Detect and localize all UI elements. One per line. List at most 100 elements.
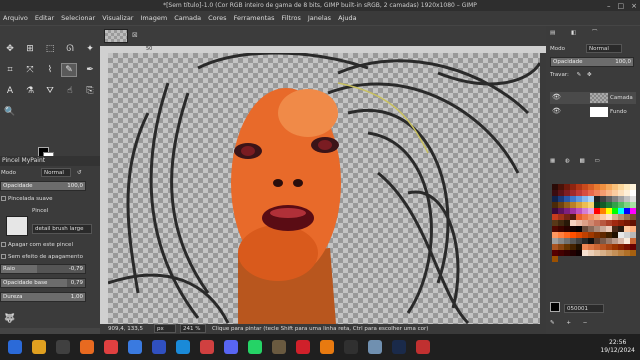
hex-color-field[interactable]: 050001 <box>564 304 604 313</box>
image-tab-close-icon[interactable]: ⊠ <box>132 31 142 41</box>
taskbar-settings-icon[interactable] <box>368 340 382 354</box>
taskbar-steam-icon[interactable] <box>392 340 406 354</box>
menu-ferramentas[interactable]: Ferramentas <box>234 14 275 22</box>
layer-mode-select[interactable]: Normal <box>586 44 622 53</box>
brush-preview[interactable] <box>6 216 28 236</box>
hardness-slider[interactable]: Dureza 1,00 <box>0 292 86 302</box>
move-tool-icon[interactable]: ✥ <box>2 42 18 56</box>
status-hint: Clique para pintar (tecle Shift para uma… <box>212 326 429 332</box>
taskbar-firefox-icon[interactable] <box>80 340 94 354</box>
palette-fg-swatch[interactable] <box>550 302 560 312</box>
warp-transform-icon[interactable]: ⌇ <box>42 63 58 77</box>
hardness-value: 1,00 <box>70 294 83 300</box>
canvas-area[interactable]: 50 <box>100 46 546 324</box>
bucket-fill-icon[interactable]: ⛛ <box>42 84 58 98</box>
taskbar-blender-icon[interactable] <box>320 340 334 354</box>
fuzzy-select-icon[interactable]: ✦ <box>82 42 98 56</box>
menu-editar[interactable]: Editar <box>35 14 54 22</box>
visibility-eye-icon[interactable]: 👁 <box>552 93 561 101</box>
radius-slider[interactable]: Raio -0,79 <box>0 264 86 274</box>
taskbar-store-icon[interactable] <box>128 340 142 354</box>
smooth-stroke-checkbox[interactable] <box>1 196 6 201</box>
crop-tool-icon[interactable]: ⌗ <box>2 63 18 77</box>
erase-checkbox[interactable] <box>1 242 6 247</box>
rect-select-icon[interactable]: ⬚ <box>42 42 58 56</box>
smooth-stroke-label: Pincelada suave <box>8 196 53 202</box>
mode-label: Modo <box>1 170 16 176</box>
minimize-icon[interactable]: – <box>607 2 611 10</box>
color-picker-icon[interactable]: ⚗ <box>22 84 38 98</box>
opacity-slider[interactable]: Opacidade 100,0 <box>0 181 86 191</box>
visibility-eye-icon[interactable]: 👁 <box>552 107 561 115</box>
taskbar-edge-icon[interactable] <box>176 340 190 354</box>
smooth-stroke-row[interactable]: Pincelada suave <box>1 194 98 204</box>
taskbar-store-alt-icon[interactable] <box>152 340 166 354</box>
reset-mode-icon[interactable]: ↺ <box>77 168 82 178</box>
layer-opacity-slider[interactable]: Opacidade 100,0 <box>550 57 634 67</box>
paintbrush-tool-icon[interactable]: ✎ <box>61 63 77 77</box>
smudge-tool-icon[interactable]: ☝ <box>62 84 78 98</box>
system-clock[interactable]: 22:56 19/12/2024 <box>600 339 635 355</box>
no-erase-label: Sem efeito de apagamento <box>8 254 83 260</box>
lock-row: Travar: ✎ ✥ <box>550 70 638 80</box>
lock-position-icon[interactable]: ✥ <box>587 72 592 78</box>
taskbar-whatsapp-icon[interactable] <box>248 340 262 354</box>
maximize-icon[interactable]: □ <box>618 2 625 10</box>
erase-row[interactable]: Apagar com este pincel <box>1 240 98 250</box>
align-tool-icon[interactable]: ⊞ <box>22 42 38 56</box>
color-palette[interactable] <box>552 184 636 300</box>
image-canvas[interactable] <box>108 53 540 324</box>
taskbar-discord-icon[interactable] <box>224 340 238 354</box>
palette-icon[interactable]: ▦ <box>550 158 555 164</box>
palette-edit-icon[interactable]: ✎ <box>550 320 555 326</box>
paths-tool-icon[interactable]: ✒ <box>82 63 98 77</box>
palette-delete-icon[interactable]: − <box>583 320 588 326</box>
patterns-icon[interactable]: ▩ <box>580 158 585 164</box>
menu-camada[interactable]: Camada <box>174 14 201 22</box>
taskbar-video-icon[interactable] <box>416 340 430 354</box>
taskbar-gimp-icon[interactable] <box>272 340 286 354</box>
menu-ajuda[interactable]: Ajuda <box>338 14 356 22</box>
no-erase-row[interactable]: Sem efeito de apagamento <box>1 252 98 262</box>
lock-pixels-icon[interactable]: ✎ <box>577 72 582 78</box>
palette-swatch[interactable] <box>630 250 636 256</box>
taskbar-opera-icon[interactable] <box>296 340 310 354</box>
zoom-tool-icon[interactable]: 🔍 <box>2 105 18 119</box>
taskbar-terminal-icon[interactable] <box>56 340 70 354</box>
menu-filtros[interactable]: Filtros <box>282 14 301 22</box>
base-opacity-slider[interactable]: Opacidade base 0,79 <box>0 278 86 288</box>
taskbar-launcher-icon[interactable] <box>8 340 22 354</box>
clone-tool-icon[interactable]: ⎘ <box>82 84 98 98</box>
layer-row-1[interactable]: 👁 Fundo <box>550 106 636 118</box>
brush-name-field[interactable]: detail brush large <box>32 224 92 234</box>
gradients-icon[interactable]: ▭ <box>594 158 599 164</box>
menu-visualizar[interactable]: Visualizar <box>102 14 133 22</box>
no-erase-checkbox[interactable] <box>1 254 6 259</box>
menu-cores[interactable]: Cores <box>208 14 226 22</box>
taskbar-files-icon[interactable] <box>32 340 46 354</box>
mode-select[interactable]: Normal <box>41 168 71 177</box>
layers-tab-icon[interactable]: ▤ <box>550 30 555 36</box>
palette-add-icon[interactable]: + <box>566 320 571 326</box>
layer-mode-label: Modo <box>550 46 565 52</box>
layer-row-0[interactable]: 👁 Camada <box>550 92 636 104</box>
menu-janelas[interactable]: Janelas <box>308 14 331 22</box>
image-tab-thumbnail[interactable] <box>104 29 128 43</box>
unit-select[interactable]: px <box>154 324 176 333</box>
brushes-icon[interactable]: ◍ <box>565 158 570 164</box>
free-select-icon[interactable]: ᘏ <box>62 42 78 56</box>
channels-tab-icon[interactable]: ◧ <box>571 30 576 36</box>
erase-label: Apagar com este pincel <box>8 242 73 248</box>
palette-swatch[interactable] <box>552 256 558 262</box>
unified-transform-icon[interactable]: ⤧ <box>22 63 38 77</box>
taskbar-obs-icon[interactable] <box>344 340 358 354</box>
close-icon[interactable]: × <box>631 2 637 10</box>
taskbar-mail-icon[interactable] <box>200 340 214 354</box>
menu-arquivo[interactable]: Arquivo <box>3 14 28 22</box>
zoom-select[interactable]: 241 % <box>180 324 206 333</box>
menu-imagem[interactable]: Imagem <box>140 14 167 22</box>
text-tool-icon[interactable]: A <box>2 84 18 98</box>
taskbar-chrome-icon[interactable] <box>104 340 118 354</box>
menu-selecionar[interactable]: Selecionar <box>61 14 95 22</box>
paths-tab-icon[interactable]: ⌒ <box>592 30 598 36</box>
